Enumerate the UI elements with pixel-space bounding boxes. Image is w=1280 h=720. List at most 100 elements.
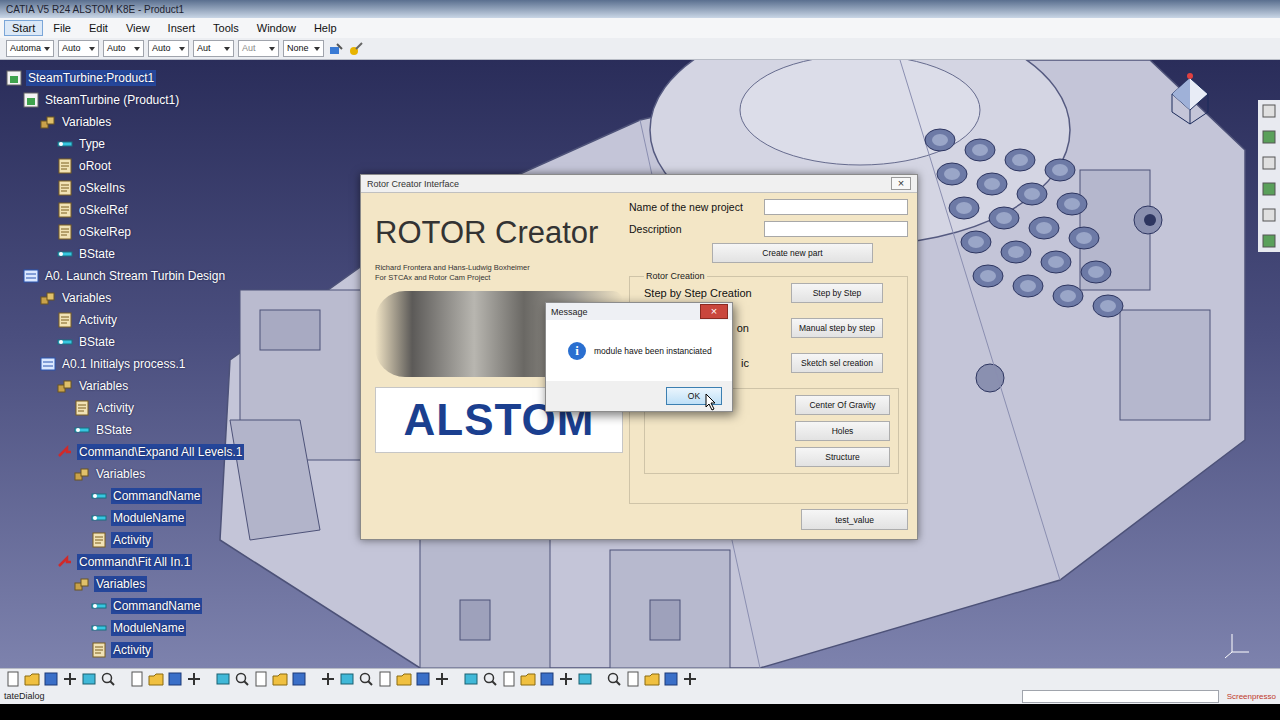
close-button[interactable]: × [700,304,728,319]
tree-label[interactable]: Command\Fit All In.1 [77,554,192,570]
tool-icon[interactable] [339,671,355,687]
tree-node[interactable]: Activity [0,639,244,661]
tool-icon[interactable] [663,671,679,687]
tree-label[interactable]: oSkelRep [77,224,133,240]
tool-icon[interactable] [1261,207,1277,223]
tree-node[interactable]: Variables [0,287,244,309]
tool-icon[interactable] [501,671,517,687]
text-field[interactable] [764,221,908,237]
tool-button[interactable]: Center Of Gravity [795,395,890,415]
tree-label[interactable]: oRoot [77,158,113,174]
tool-icon[interactable] [291,671,307,687]
tool-icon[interactable] [62,671,78,687]
tree-node[interactable]: Type [0,133,244,155]
tool-icon[interactable] [682,671,698,687]
dialog-title-bar[interactable]: Rotor Creator Interface× [361,175,917,193]
tree-label[interactable]: SteamTurbine:Product1 [26,70,156,86]
tool-icon[interactable] [129,671,145,687]
tree-node[interactable]: A0.1 Initialys process.1 [0,353,244,375]
tree-node[interactable]: BState [0,331,244,353]
tool-icon[interactable] [253,671,269,687]
brush-icon[interactable] [348,41,364,57]
tree-node[interactable]: oRoot [0,155,244,177]
tree-label[interactable]: ModuleName [111,620,186,636]
style-dropdown[interactable]: Auto [103,40,144,57]
tree-label[interactable]: ModuleName [111,510,186,526]
tool-icon[interactable] [1261,103,1277,119]
creation-button[interactable]: Step by Step [791,283,883,303]
tree-node[interactable]: oSkelRep [0,221,244,243]
tree-label[interactable]: Variables [60,290,113,306]
tree-label[interactable]: A0.1 Initialys process.1 [60,356,187,372]
test-value-button[interactable]: test_value [801,509,908,530]
tree-node[interactable]: ModuleName [0,507,244,529]
tool-button[interactable]: Holes [795,421,890,441]
tree-label[interactable]: Command\Expand All Levels.1 [77,444,244,460]
tree-node[interactable]: BState [0,419,244,441]
tool-icon[interactable] [482,671,498,687]
menu-item[interactable]: Window [249,20,304,36]
tree-label[interactable]: Activity [111,642,153,658]
menu-item[interactable]: Tools [205,20,247,36]
close-button[interactable]: × [891,177,911,190]
tree-label[interactable]: CommandName [111,598,202,614]
tree-label[interactable]: Variables [94,576,147,592]
tool-icon[interactable] [377,671,393,687]
tool-icon[interactable] [272,671,288,687]
tool-icon[interactable] [24,671,40,687]
tree-node[interactable]: Activity [0,397,244,419]
tool-icon[interactable] [358,671,374,687]
tree-node[interactable]: A0. Launch Stream Turbin Design [0,265,244,287]
tool-icon[interactable] [415,671,431,687]
tool-icon[interactable] [539,671,555,687]
tool-icon[interactable] [434,671,450,687]
tree-node[interactable]: ModuleName [0,617,244,639]
style-dropdown[interactable]: Aut [193,40,234,57]
tree-label[interactable]: oSkelRef [77,202,130,218]
tree-node[interactable]: BState [0,243,244,265]
tree-node[interactable]: CommandName [0,485,244,507]
tool-icon[interactable] [1261,129,1277,145]
command-input[interactable] [1022,690,1219,703]
tool-icon[interactable] [186,671,202,687]
tree-node[interactable]: CommandName [0,595,244,617]
style-dropdown[interactable]: Aut [238,40,279,57]
tree-label[interactable]: Variables [77,378,130,394]
tree-node[interactable]: SteamTurbine (Product1) [0,89,244,111]
menu-item[interactable]: File [45,20,79,36]
compass-icon[interactable] [1162,72,1218,132]
text-field[interactable] [764,199,908,215]
tree-label[interactable]: SteamTurbine (Product1) [43,92,181,108]
tree-label[interactable]: BState [77,246,117,262]
tree-node[interactable]: Activity [0,309,244,331]
message-title-bar[interactable]: Message× [546,303,732,320]
style-dropdown[interactable]: Automa [6,40,54,57]
tool-icon[interactable] [100,671,116,687]
tree-node[interactable]: Variables [0,463,244,485]
create-part-button[interactable]: Create new part [712,243,873,263]
tree-node[interactable]: Command\Fit All In.1 [0,551,244,573]
tool-icon[interactable] [5,671,21,687]
tool-icon[interactable] [81,671,97,687]
tree-label[interactable]: BState [77,334,117,350]
tool-icon[interactable] [644,671,660,687]
tool-icon[interactable] [1261,155,1277,171]
tool-icon[interactable] [396,671,412,687]
tree-label[interactable]: BState [94,422,134,438]
tree-label[interactable]: Variables [94,466,147,482]
tool-icon[interactable] [167,671,183,687]
menu-item[interactable]: Insert [160,20,204,36]
creation-button[interactable]: Sketch sel creation [791,353,883,373]
tree-label[interactable]: A0. Launch Stream Turbin Design [43,268,227,284]
tool-icon[interactable] [43,671,59,687]
tool-icon[interactable] [1261,181,1277,197]
tree-node[interactable]: oSkelIns [0,177,244,199]
menu-item[interactable]: Start [4,20,43,36]
tool-icon[interactable] [320,671,336,687]
tool-icon[interactable] [234,671,250,687]
tree-node[interactable]: oSkelRef [0,199,244,221]
tool-icon[interactable] [520,671,536,687]
tree-label[interactable]: Variables [60,114,113,130]
style-dropdown[interactable]: None [283,40,324,57]
tool-icon[interactable] [558,671,574,687]
